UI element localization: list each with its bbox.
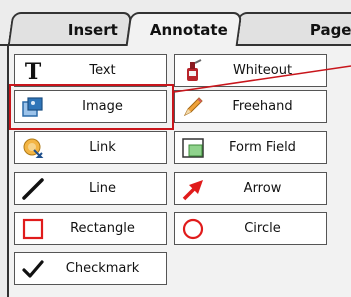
link-icon: [19, 134, 47, 162]
arrow-icon: [179, 175, 207, 203]
arrow-tool-button[interactable]: Arrow: [174, 172, 327, 205]
tab-insert-label: Insert: [67, 21, 118, 39]
arrow-tool-label: Arrow: [243, 181, 282, 196]
text-tool-button[interactable]: T Text: [14, 54, 167, 87]
tab-page[interactable]: Page: [233, 12, 351, 46]
link-tool-button[interactable]: Link: [14, 131, 167, 164]
circle-tool-button[interactable]: Circle: [174, 212, 327, 245]
tab-annotate[interactable]: Annotate: [125, 12, 243, 46]
tab-annotate-label: Annotate: [149, 21, 228, 39]
form-field-tool-label: Form Field: [229, 140, 296, 155]
tab-insert[interactable]: Insert: [7, 12, 133, 46]
pencil-icon: [179, 93, 207, 121]
circle-icon: [179, 215, 207, 243]
line-tool-button[interactable]: Line: [14, 172, 167, 205]
tab-bar: Insert Page Annotate: [0, 0, 351, 46]
line-tool-label: Line: [88, 181, 117, 196]
rectangle-icon: [19, 215, 47, 243]
checkmark-tool-button[interactable]: Checkmark: [14, 252, 167, 285]
text-tool-label: Text: [89, 63, 116, 78]
image-highlight-box: [9, 84, 174, 130]
link-tool-label: Link: [89, 140, 116, 155]
text-T-icon: T: [19, 57, 47, 85]
form-field-icon: [179, 134, 207, 162]
freehand-tool-button[interactable]: Freehand: [174, 90, 327, 123]
whiteout-tool-button[interactable]: Whiteout: [174, 54, 327, 87]
whiteout-tool-label: Whiteout: [232, 63, 293, 78]
rectangle-tool-label: Rectangle: [70, 221, 135, 236]
rectangle-tool-button[interactable]: Rectangle: [14, 212, 167, 245]
circle-tool-label: Circle: [244, 221, 281, 236]
form-field-tool-button[interactable]: Form Field: [174, 131, 327, 164]
annotate-panel: Insert Page Annotate T Text Whiteout Ima…: [0, 0, 351, 297]
checkmark-icon: [19, 255, 47, 283]
whiteout-bottle-icon: [179, 57, 207, 85]
checkmark-tool-label: Checkmark: [65, 261, 140, 276]
freehand-tool-label: Freehand: [232, 99, 293, 114]
line-icon: [19, 175, 47, 203]
svg-text:T: T: [25, 59, 42, 83]
tab-page-label: Page: [310, 21, 351, 39]
